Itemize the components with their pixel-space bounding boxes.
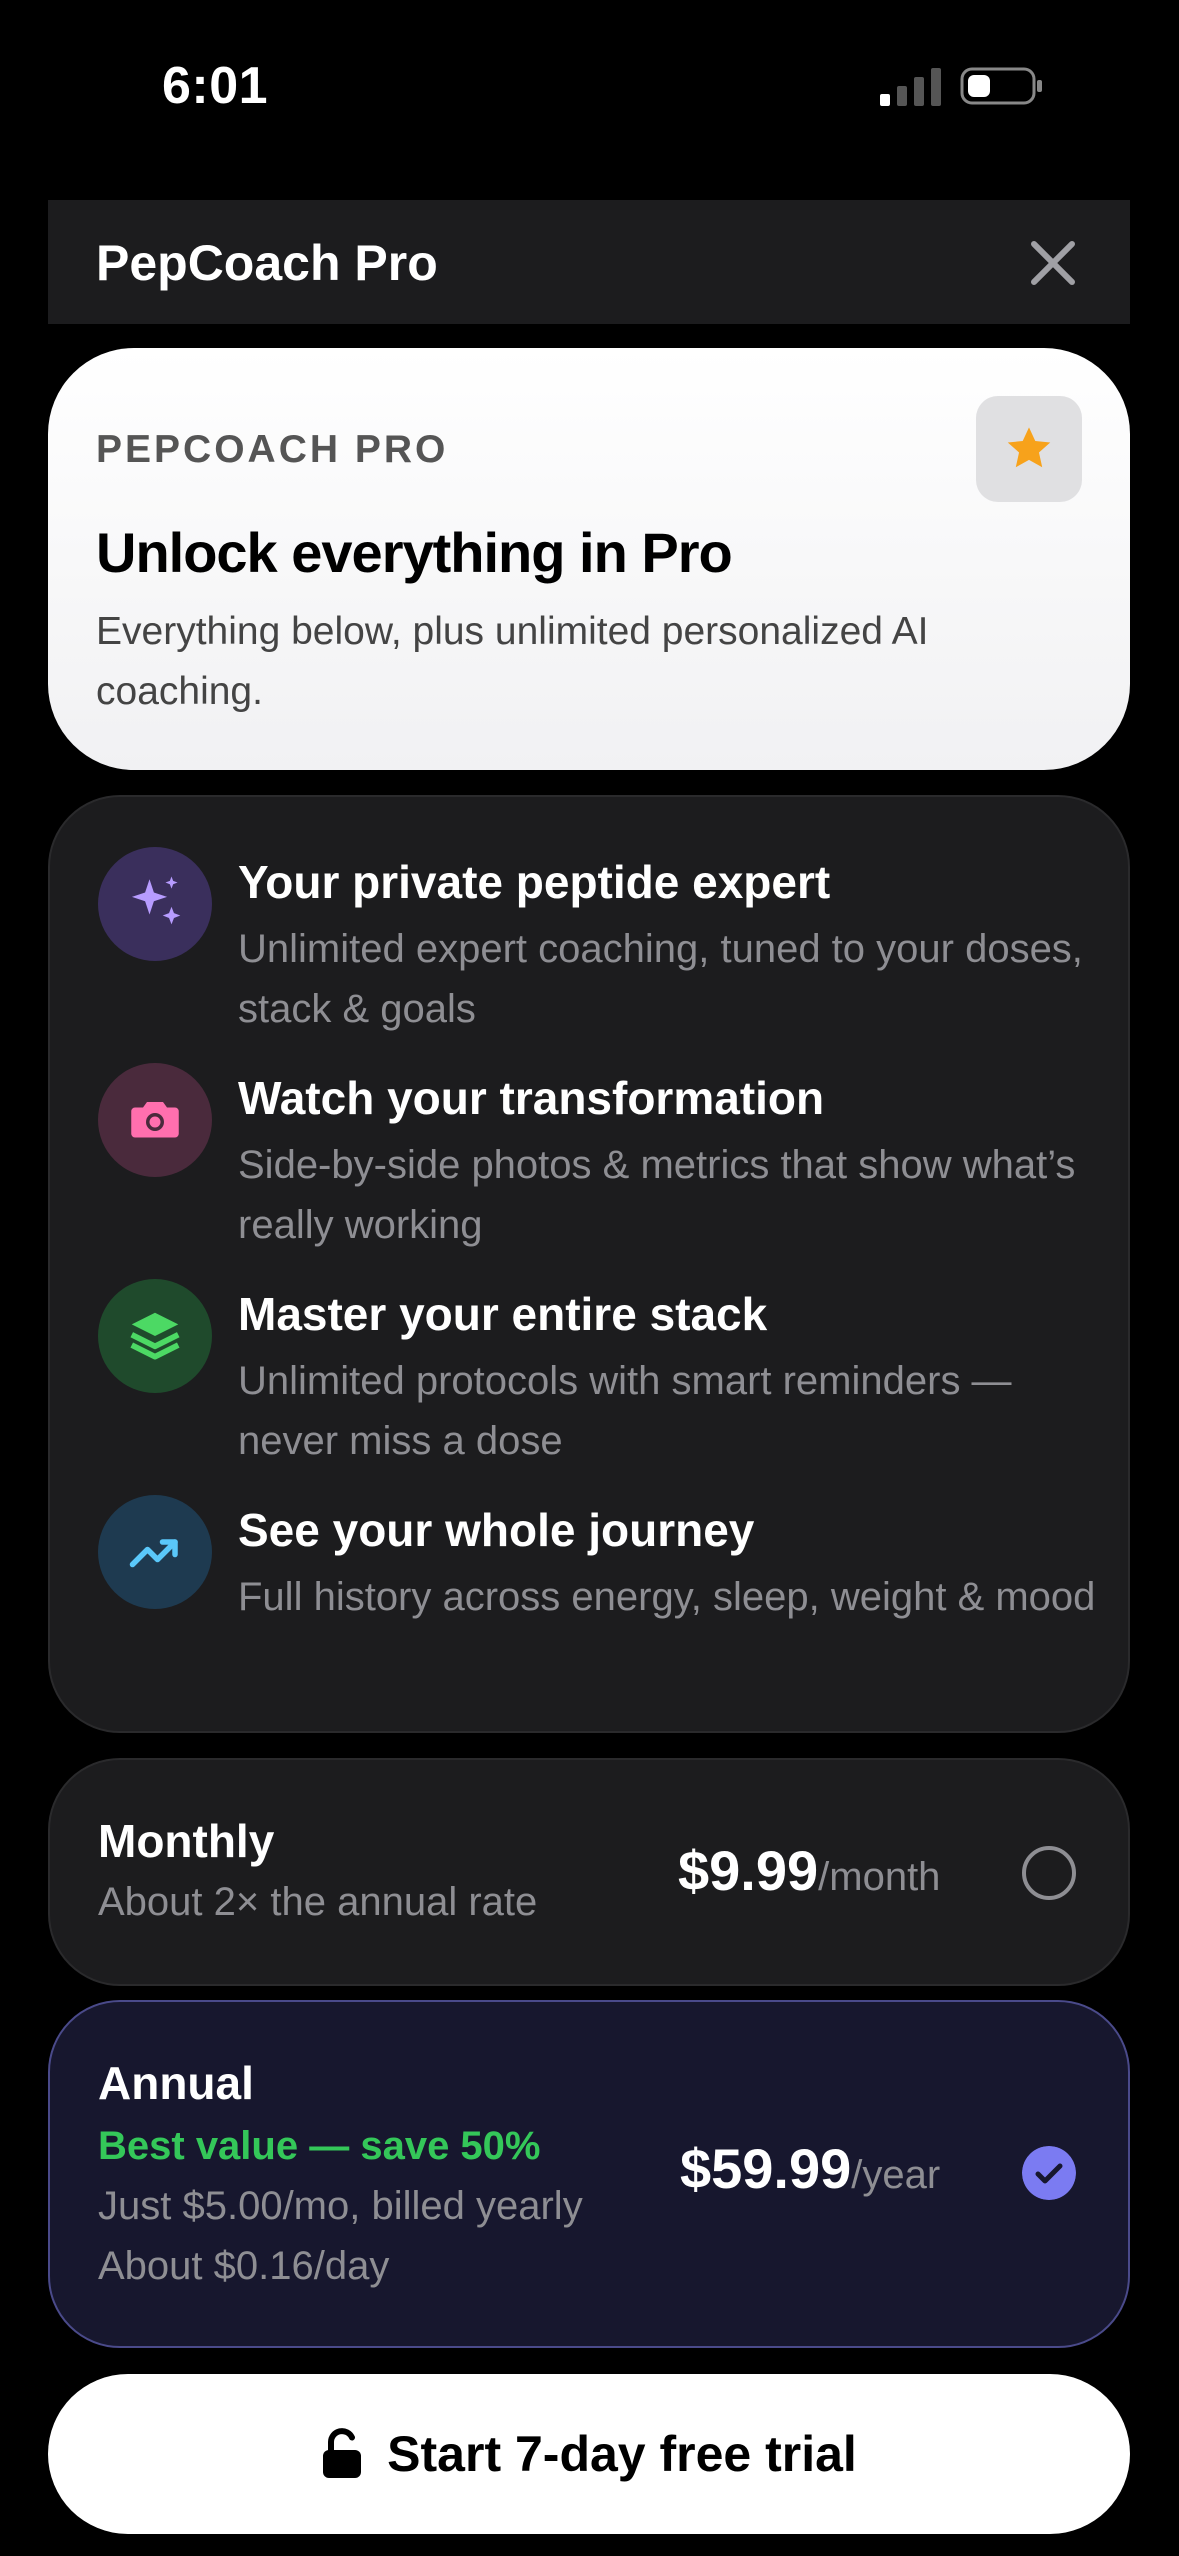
price-period: /month (818, 1855, 941, 1899)
feature-icon-bg (98, 847, 212, 961)
hero-card: PEPCOACH PRO Unlock everything in Pro Ev… (48, 348, 1130, 770)
price-amount: $9.99 (678, 1839, 819, 1902)
sparkles-icon (131, 876, 181, 925)
header-title: PepCoach Pro (96, 235, 438, 291)
feature-icon-bg (98, 1279, 212, 1393)
plan-option-monthly[interactable]: Monthly About 2× the annual rate $9.99/m… (48, 1758, 1130, 1986)
feature-icon-bg (98, 1495, 212, 1609)
feature-item-stack: Master your entire stack Unlimited proto… (50, 1229, 1132, 1463)
plan-price: $9.99/month (678, 1838, 940, 1903)
feature-item-expert: Your private peptide expert Unlimited ex… (50, 797, 1132, 1031)
plan-name: Monthly (98, 1815, 275, 1867)
price-period: /year (851, 2153, 941, 2197)
layers-icon (130, 1312, 180, 1360)
plan-option-annual[interactable]: Annual Best value — save 50% Just $5.00/… (48, 2000, 1130, 2348)
plan-highlight: Best value — save 50% (98, 2124, 541, 2168)
signal-icon (880, 68, 941, 106)
price-amount: $59.99 (680, 2137, 852, 2200)
feature-item-journey: See your whole journey Full history acro… (50, 1445, 1132, 1645)
status-bar: 6:01 (0, 0, 1179, 180)
start-trial-button[interactable]: Start 7-day free trial (48, 2374, 1130, 2534)
radio-unselected[interactable] (1022, 1846, 1076, 1900)
features-card: Your private peptide expert Unlimited ex… (48, 795, 1130, 1733)
feature-icon-bg (98, 1063, 212, 1177)
plan-note: Just $5.00/mo, billed yearly (98, 2184, 583, 2228)
battery-icon (960, 67, 1042, 105)
plan-name: Annual (98, 2057, 254, 2109)
feature-desc: Full history across energy, sleep, weigh… (238, 1575, 1096, 1619)
star-icon (1007, 427, 1051, 468)
status-time: 6:01 (162, 57, 269, 115)
plan-note: About $0.16/day (98, 2244, 390, 2288)
header-bar: PepCoach Pro (48, 200, 1130, 324)
feature-title: Watch your transformation (238, 1072, 825, 1124)
star-badge (976, 396, 1082, 502)
plan-price: $59.99/year (680, 2136, 940, 2201)
close-icon[interactable] (1024, 234, 1082, 292)
hero-title: Unlock everything in Pro (96, 521, 733, 584)
start-trial-label: Start 7-day free trial (387, 2426, 857, 2482)
feature-title: See your whole journey (238, 1504, 755, 1556)
feature-title: Master your entire stack (238, 1288, 768, 1340)
radio-selected-check-icon[interactable] (1022, 2146, 1076, 2200)
hero-eyebrow: PEPCOACH PRO (96, 428, 449, 471)
hero-subtitle: Everything below, plus unlimited persona… (96, 610, 929, 713)
camera-icon (131, 1102, 179, 1138)
lock-icon (323, 2428, 362, 2478)
feature-title: Your private peptide expert (238, 856, 831, 908)
feature-item-transformation: Watch your transformation Side-by-side p… (50, 1013, 1132, 1247)
trend-up-icon (129, 1539, 178, 1568)
plan-note: About 2× the annual rate (98, 1880, 538, 1924)
